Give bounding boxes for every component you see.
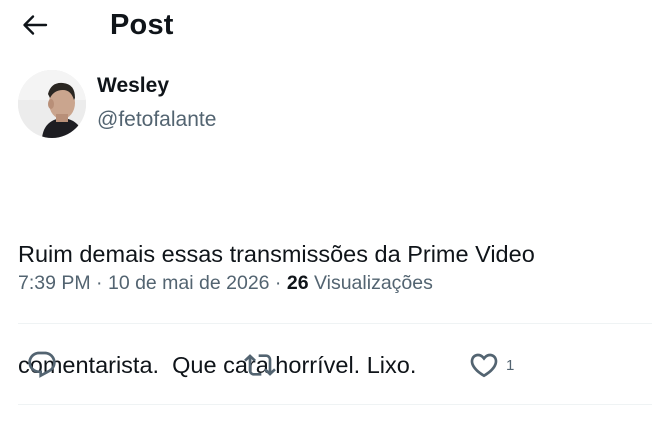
back-button[interactable] — [18, 10, 52, 40]
avatar[interactable] — [18, 70, 86, 138]
like-button[interactable]: 1 — [468, 348, 514, 382]
divider — [18, 404, 652, 405]
reply-icon — [28, 351, 56, 378]
post-text-line: comentarista. Que cara horrível. Lixo. — [18, 352, 417, 378]
post-meta: 7:39 PM · 10 de mai de 2026 · 26 Visuali… — [18, 270, 433, 296]
arrow-left-icon — [23, 15, 48, 35]
post-text-line: Ruim demais essas transmissões da Prime … — [18, 241, 535, 267]
page-title: Post — [110, 9, 174, 41]
author-handle[interactable]: @fetofalante — [97, 107, 216, 133]
like-count: 1 — [506, 356, 515, 374]
post-time[interactable]: 7:39 PM — [18, 272, 91, 294]
heart-icon — [470, 353, 498, 378]
author-name[interactable]: Wesley — [97, 73, 169, 99]
views-label: Visualizações — [308, 272, 433, 294]
post-date[interactable]: 10 de mai de 2026 — [108, 272, 270, 294]
user-avatar — [18, 70, 86, 138]
reply-button[interactable] — [26, 348, 58, 382]
meta-separator: · — [90, 272, 108, 294]
divider — [18, 323, 652, 324]
repost-button[interactable] — [244, 348, 276, 382]
repost-icon — [244, 354, 276, 376]
post-header: Post — [0, 0, 652, 52]
meta-separator: · — [269, 272, 287, 294]
views-count: 26 — [286, 272, 309, 294]
